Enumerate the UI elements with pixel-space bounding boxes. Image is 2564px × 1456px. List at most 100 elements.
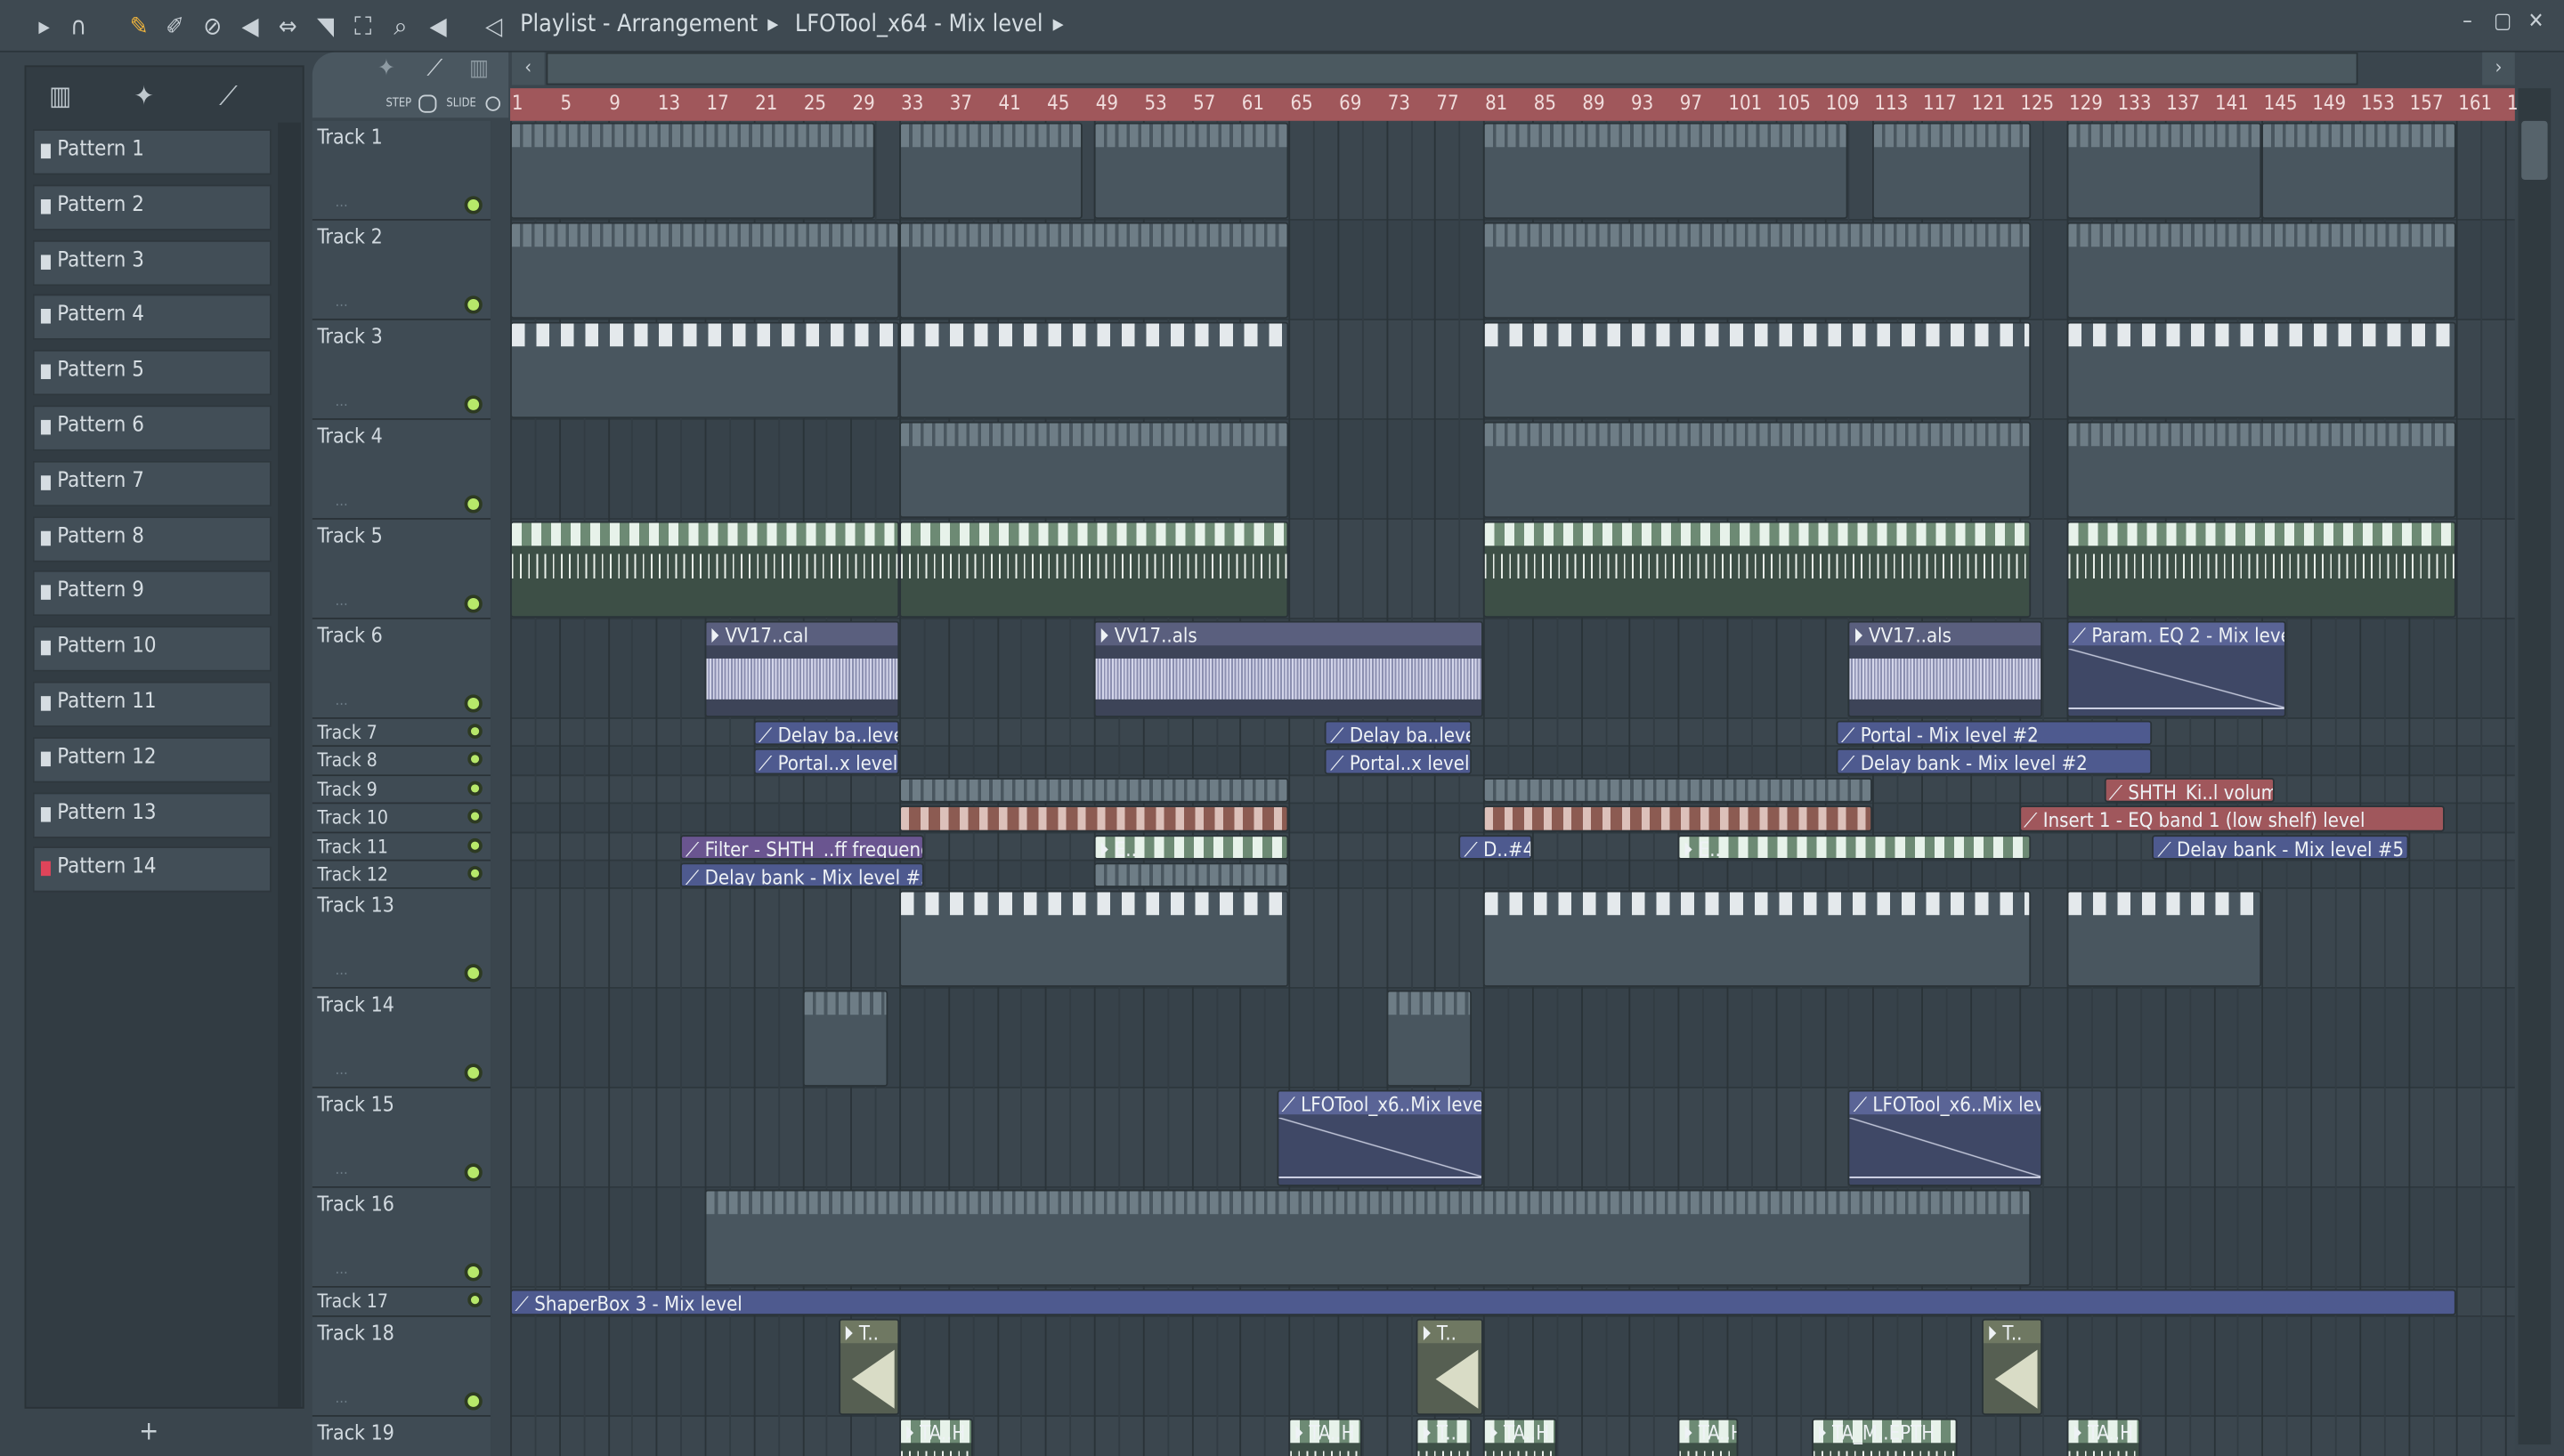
automation-icon[interactable]: ⟋ <box>426 55 442 81</box>
playlist-clip[interactable] <box>899 805 1289 831</box>
track-header[interactable]: Track 9 <box>312 775 491 805</box>
select-icon[interactable]: ⛶ <box>348 12 377 41</box>
track-header[interactable]: Track 6 ··· <box>312 619 491 719</box>
track-enable-led[interactable] <box>464 965 483 983</box>
audio-wave-icon[interactable]: ✦ <box>377 55 394 81</box>
track-header[interactable]: Track 8 <box>312 747 491 776</box>
track-header[interactable]: Track 1 ··· <box>312 120 491 221</box>
playlist-clip[interactable] <box>2067 122 2262 220</box>
track-header[interactable]: Track 13 ··· <box>312 889 491 990</box>
playlist-clip[interactable] <box>899 521 1289 619</box>
track-enable-led[interactable] <box>464 1391 483 1411</box>
breadcrumb-target[interactable]: LFOTool_x64 - Mix level <box>795 12 1043 37</box>
pattern-item[interactable]: Pattern 6 <box>32 405 272 451</box>
playlist-clip[interactable] <box>2067 321 2457 419</box>
playlist-clip[interactable] <box>899 321 1289 419</box>
playlist-clip[interactable]: ⏵ E.. <box>1677 834 2032 860</box>
track-header[interactable]: Track 3 ··· <box>312 320 491 420</box>
track-enable-led[interactable] <box>467 1293 483 1308</box>
track-enable-led[interactable] <box>464 595 483 613</box>
playlist-clip[interactable]: ⏵ VV17..als <box>1848 620 2043 718</box>
mute-icon[interactable]: ◀ <box>235 12 264 41</box>
playlist-clip[interactable] <box>510 222 900 320</box>
track-enable-led[interactable] <box>467 724 483 739</box>
timeline-ruler[interactable]: 1 5 9 13 17 21 25 29 33 37 41 45 49 53 57 61 65 69 73 77 81 8… <box>510 88 2541 121</box>
minimize-button[interactable]: – <box>2463 10 2472 35</box>
playlist-clip[interactable]: ⏵ TA..H <box>1677 1418 1740 1456</box>
playlist-clip[interactable] <box>1483 122 1849 220</box>
zoom-icon[interactable]: ⌕ <box>385 12 415 41</box>
playlist-clip[interactable] <box>1483 777 1873 803</box>
track-enable-led[interactable] <box>464 1064 483 1083</box>
vertical-scrollbar[interactable] <box>2518 88 2552 1445</box>
playlist-clip[interactable]: ⏵ VV17..als <box>1093 620 1484 718</box>
step-toggle[interactable] <box>418 94 437 113</box>
playlist-clip[interactable] <box>2067 421 2457 519</box>
pencil-icon[interactable]: ✎ <box>125 12 154 41</box>
track-enable-led[interactable] <box>464 1264 483 1282</box>
playlist-clip[interactable]: ⟋ Filter - SHTH_..ff frequency <box>680 834 924 860</box>
playlist-clip[interactable]: ⟋ Delay bank - Mix level #2 <box>1836 748 2153 774</box>
playlist-clip[interactable]: ⟋ Insert 1 - EQ band 1 (low shelf) level <box>2018 805 2445 831</box>
track-header[interactable]: Track 2 ··· <box>312 220 491 320</box>
pattern-item[interactable]: Pattern 10 <box>32 626 272 672</box>
track-enable-led[interactable] <box>464 1164 483 1183</box>
playlist-clip[interactable] <box>510 122 875 220</box>
playlist-clip[interactable] <box>510 521 900 619</box>
pattern-item[interactable]: Pattern 9 <box>32 570 272 617</box>
playlist-clip[interactable]: ⟋ Delay bank - Mix level #3 <box>680 862 924 888</box>
playlist-clip[interactable]: ⟋ Delay ba..level <box>753 720 900 746</box>
arrangement-grid[interactable]: ⏵ VV17..cal ⏵ VV17..als ⏵ VV17..als ⟋ Param… <box>510 120 2515 1456</box>
pattern-item[interactable]: Pattern 13 <box>32 791 272 838</box>
track-header[interactable]: Track 11 <box>312 832 491 861</box>
pattern-item[interactable]: Pattern 4 <box>32 295 272 341</box>
playlist-clip[interactable] <box>899 777 1289 803</box>
speaker-icon[interactable]: ◁ <box>479 12 508 41</box>
piano-icon[interactable]: ▥ <box>469 55 489 81</box>
paint-icon[interactable]: ✐ <box>160 12 190 41</box>
playlist-clip[interactable] <box>1483 521 2032 619</box>
track-enable-led[interactable] <box>467 866 483 881</box>
playlist-clip[interactable]: ⏵ T.. <box>1416 1318 1484 1415</box>
pattern-item[interactable]: Pattern 8 <box>32 515 272 562</box>
playlist-clip[interactable]: ⏵ TA_M..EPTH <box>1812 1418 1959 1456</box>
audio-wave-icon[interactable]: ✦ <box>134 80 154 111</box>
track-header[interactable]: Track 16 ··· <box>312 1188 491 1289</box>
piano-icon[interactable]: ▥ <box>49 80 71 111</box>
playlist-clip[interactable] <box>899 421 1289 519</box>
arrangement-overview-scrollbar[interactable] <box>546 52 2358 85</box>
playlist-clip[interactable] <box>2067 222 2457 320</box>
playlist-clip[interactable] <box>1872 122 2032 220</box>
playlist-clip[interactable] <box>1483 891 2032 988</box>
track-enable-led[interactable] <box>467 809 483 824</box>
pattern-item[interactable]: Pattern 1 <box>32 129 272 175</box>
playlist-clip[interactable]: ⟋ Portal - Mix level #2 <box>1836 720 2153 746</box>
track-enable-led[interactable] <box>464 196 483 214</box>
close-button[interactable]: ✕ <box>2528 10 2544 35</box>
playlist-clip[interactable]: ⏵ TA..H <box>1483 1418 1557 1456</box>
track-enable-led[interactable] <box>464 395 483 414</box>
playlist-clip[interactable] <box>2067 521 2457 619</box>
track-header[interactable]: Track 12 <box>312 861 491 890</box>
playlist-clip[interactable]: ⟋ Delay bank - Mix level #5 <box>2152 834 2408 860</box>
pattern-item[interactable]: Pattern 5 <box>32 350 272 396</box>
track-enable-led[interactable] <box>467 837 483 853</box>
track-enable-led[interactable] <box>467 752 483 767</box>
playlist-clip[interactable] <box>899 891 1289 988</box>
pattern-item[interactable]: Pattern 12 <box>32 736 272 783</box>
playlist-clip[interactable] <box>704 1190 2032 1287</box>
track-header[interactable]: Track 18 ··· <box>312 1316 491 1417</box>
scroll-left-button[interactable]: ‹ <box>511 52 545 85</box>
playlist-clip[interactable]: ⟋ Portal..x level <box>753 748 900 774</box>
playlist-clip[interactable] <box>1385 991 1472 1088</box>
pattern-item[interactable]: Pattern 11 <box>32 681 272 728</box>
playlist-clip[interactable] <box>801 991 888 1088</box>
playlist-clip[interactable]: ⏵ TA..H <box>2067 1418 2141 1456</box>
playlist-clip[interactable]: ⟋ SHTH_Ki..l volume <box>2104 777 2275 803</box>
track-header[interactable]: Track 19··· <box>312 1416 491 1456</box>
playlist-clip[interactable] <box>1483 805 1873 831</box>
track-header[interactable]: Track 15 ··· <box>312 1088 491 1189</box>
pattern-item[interactable]: Pattern 14 <box>32 846 272 894</box>
breadcrumb-playlist[interactable]: Playlist - Arrangement <box>520 12 758 37</box>
track-header[interactable]: Track 4 ··· <box>312 419 491 520</box>
